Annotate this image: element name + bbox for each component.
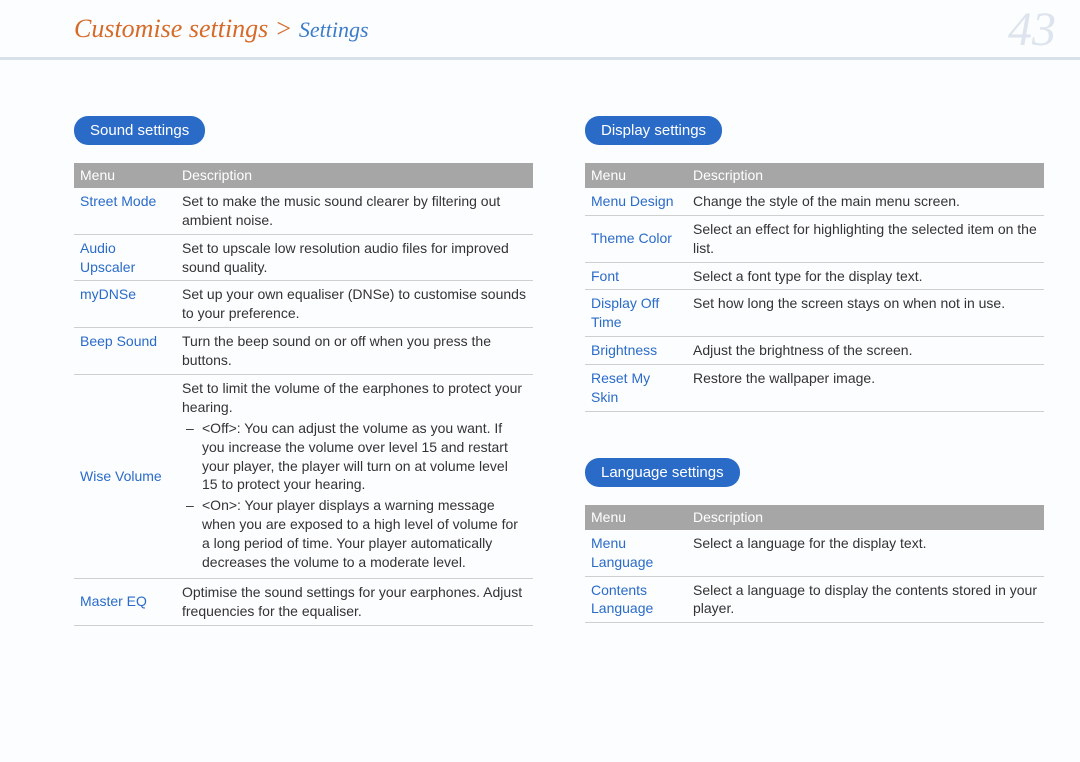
table-row: Wise Volume Set to limit the volume of t… [74,375,533,579]
display-settings-table: Menu Description Menu Design Change the … [585,163,1044,412]
language-settings-section: Language settings Menu Description Menu … [585,458,1044,623]
table-row: Menu Language Select a language for the … [585,530,1044,576]
menu-description: Set up your own equaliser (DNSe) to cust… [176,281,533,328]
table-header-description: Description [176,163,533,188]
table-row: Menu Design Change the style of the main… [585,188,1044,215]
breadcrumb-main: Customise settings > [74,14,299,43]
table-row: Audio Upscaler Set to upscale low resolu… [74,234,533,281]
menu-name: Reset My Skin [585,365,687,412]
wise-volume-intro: Set to limit the volume of the earphones… [182,379,527,417]
menu-name: Brightness [585,337,687,365]
menu-description: Select an effect for highlighting the se… [687,215,1044,262]
menu-description: Adjust the brightness of the screen. [687,337,1044,365]
table-row: Reset My Skin Restore the wallpaper imag… [585,365,1044,412]
sound-settings-title: Sound settings [74,116,205,145]
table-row: Master EQ Optimise the sound settings fo… [74,578,533,625]
table-row: myDNSe Set up your own equaliser (DNSe) … [74,281,533,328]
language-settings-title: Language settings [585,458,740,487]
menu-name: Street Mode [74,188,176,234]
page-content: Sound settings Menu Description Street M… [0,60,1080,626]
page-header: Customise settings > Settings 43 [0,0,1080,60]
page-number: 43 [1008,2,1056,57]
menu-description: Change the style of the main menu screen… [687,188,1044,215]
menu-name: Wise Volume [74,375,176,579]
table-row: Contents Language Select a language to d… [585,576,1044,623]
sound-settings-section: Sound settings Menu Description Street M… [74,116,533,626]
menu-description: Select a font type for the display text. [687,262,1044,290]
menu-description: Set to limit the volume of the earphones… [176,375,533,579]
table-row: Beep Sound Turn the beep sound on or off… [74,328,533,375]
table-header-menu: Menu [74,163,176,188]
menu-name: myDNSe [74,281,176,328]
right-column: Display settings Menu Description Menu D… [585,116,1044,626]
menu-description: Optimise the sound settings for your ear… [176,578,533,625]
menu-name: Menu Design [585,188,687,215]
table-row: Theme Color Select an effect for highlig… [585,215,1044,262]
sound-settings-table: Menu Description Street Mode Set to make… [74,163,533,626]
menu-description: Set to make the music sound clearer by f… [176,188,533,234]
menu-description: Select a language to display the content… [687,576,1044,623]
menu-name: Audio Upscaler [74,234,176,281]
menu-name: Menu Language [585,530,687,576]
table-row: Font Select a font type for the display … [585,262,1044,290]
table-row: Brightness Adjust the brightness of the … [585,337,1044,365]
menu-description: Turn the beep sound on or off when you p… [176,328,533,375]
menu-description: Set to upscale low resolution audio file… [176,234,533,281]
display-settings-section: Display settings Menu Description Menu D… [585,116,1044,412]
menu-name: Display Off Time [585,290,687,337]
table-row: Display Off Time Set how long the screen… [585,290,1044,337]
menu-description: Set how long the screen stays on when no… [687,290,1044,337]
breadcrumb: Customise settings > Settings [74,14,1052,44]
table-header-menu: Menu [585,163,687,188]
menu-description: Restore the wallpaper image. [687,365,1044,412]
language-settings-table: Menu Description Menu Language Select a … [585,505,1044,623]
wise-volume-off: <Off>: You can adjust the volume as you … [186,419,527,495]
breadcrumb-sub: Settings [299,17,369,42]
menu-name: Master EQ [74,578,176,625]
table-header-description: Description [687,163,1044,188]
table-header-description: Description [687,505,1044,530]
left-column: Sound settings Menu Description Street M… [74,116,533,626]
menu-name: Contents Language [585,576,687,623]
menu-name: Font [585,262,687,290]
menu-description: Select a language for the display text. [687,530,1044,576]
display-settings-title: Display settings [585,116,722,145]
table-row: Street Mode Set to make the music sound … [74,188,533,234]
table-header-menu: Menu [585,505,687,530]
wise-volume-options: <Off>: You can adjust the volume as you … [182,419,527,572]
menu-name: Beep Sound [74,328,176,375]
wise-volume-on: <On>: Your player displays a warning mes… [186,496,527,572]
menu-name: Theme Color [585,215,687,262]
